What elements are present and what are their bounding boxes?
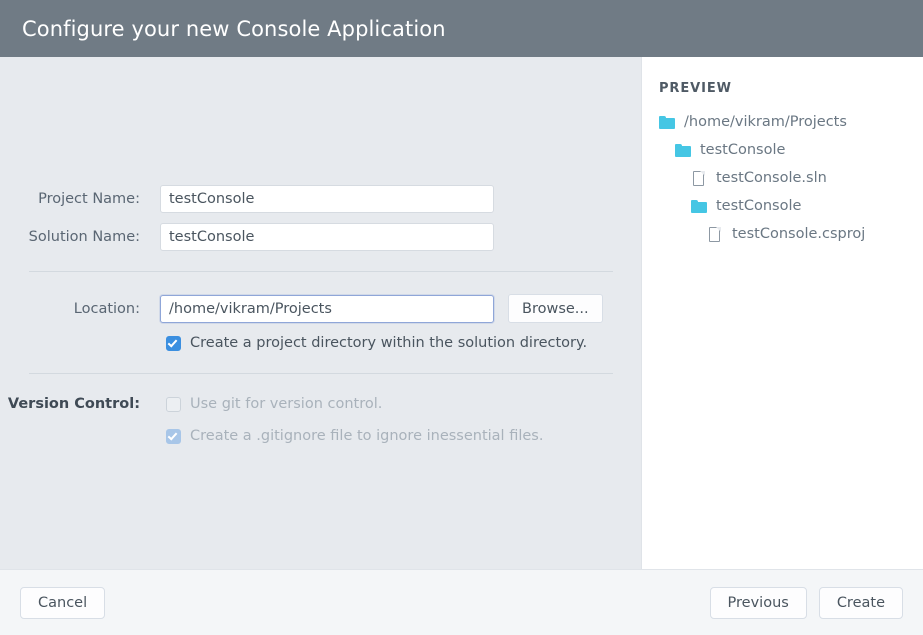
- dialog-title-bar: Configure your new Console Application: [0, 0, 923, 57]
- use-git-checkbox[interactable]: [166, 396, 181, 412]
- preview-tree-item-label: testConsole.sln: [716, 170, 827, 186]
- cancel-button[interactable]: Cancel: [20, 586, 106, 619]
- check-icon: [167, 429, 178, 441]
- preview-tree-item-label: testConsole: [716, 198, 802, 214]
- gitignore-label: Create a .gitignore file to ignore iness…: [190, 428, 544, 444]
- folder-icon: [675, 143, 692, 158]
- preview-tree-item-label: /home/vikram/Projects: [684, 114, 847, 130]
- preview-pane: PREVIEW /home/vikram/Projects testConsole…: [641, 57, 923, 569]
- file-icon: [707, 226, 724, 242]
- solution-name-label: Solution Name:: [28, 229, 140, 245]
- create-project-directory-row[interactable]: Create a project directory within the so…: [0, 335, 641, 351]
- use-git-label: Use git for version control.: [190, 396, 383, 412]
- solution-name-input[interactable]: [160, 223, 494, 251]
- gitignore-checkbox[interactable]: [166, 428, 181, 444]
- project-name-row: Project Name:: [0, 185, 641, 213]
- preview-tree-item-label: testConsole.csproj: [732, 226, 866, 242]
- browse-button[interactable]: Browse...: [508, 294, 603, 323]
- create-button[interactable]: Create: [818, 586, 903, 619]
- location-row: Location: Browse...: [0, 294, 641, 323]
- create-project-directory-checkbox[interactable]: [166, 335, 181, 351]
- location-label: Location:: [73, 300, 140, 317]
- location-input[interactable]: [160, 294, 494, 323]
- preview-tree: /home/vikram/Projects testConsole testCons…: [642, 108, 923, 248]
- preview-tree-folder-item: /home/vikram/Projects: [642, 108, 923, 136]
- folder-icon: [659, 115, 676, 130]
- preview-tree-item-label: testConsole: [700, 142, 786, 158]
- gitignore-row: Create a .gitignore file to ignore iness…: [0, 428, 641, 444]
- preview-tree-file-item: testConsole.sln: [642, 164, 923, 192]
- use-git-row: Version Control: Use git for version con…: [0, 396, 641, 412]
- file-icon: [691, 170, 708, 186]
- configure-project-dialog: Configure your new Console Application P…: [0, 0, 923, 635]
- preview-tree-folder-item: testConsole: [642, 192, 923, 220]
- solution-name-row: Solution Name:: [0, 223, 641, 251]
- preview-tree-folder-item: testConsole: [642, 136, 923, 164]
- dialog-body: Project Name: Solution Name: Location: B…: [0, 57, 923, 569]
- project-name-input[interactable]: [160, 185, 494, 213]
- version-control-label: Version Control:: [7, 396, 140, 412]
- dialog-footer: Cancel Previous Create: [0, 569, 923, 635]
- preview-heading: PREVIEW: [659, 81, 732, 96]
- project-name-label: Project Name:: [38, 191, 140, 207]
- page-title: Configure your new Console Application: [22, 16, 446, 41]
- check-icon: [167, 336, 178, 348]
- previous-button[interactable]: Previous: [709, 586, 807, 619]
- preview-tree-file-item: testConsole.csproj: [642, 220, 923, 248]
- create-project-directory-label: Create a project directory within the so…: [190, 335, 588, 351]
- folder-icon: [691, 199, 708, 214]
- form-pane: Project Name: Solution Name: Location: B…: [0, 57, 641, 569]
